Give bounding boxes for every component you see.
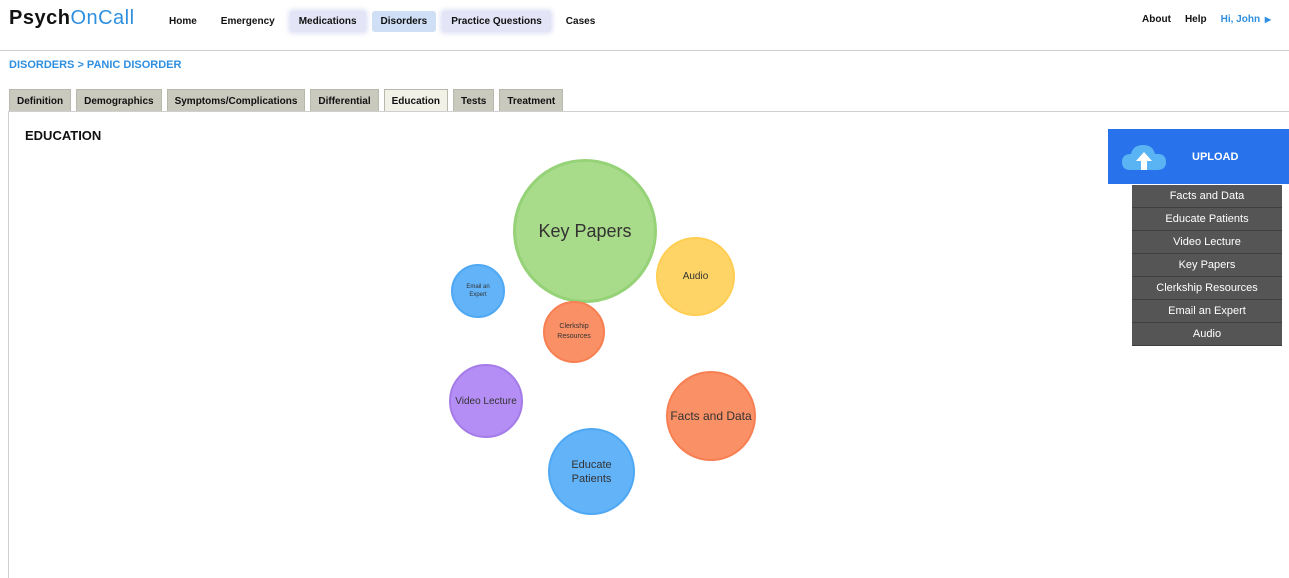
top-navigation-bar: PsychOnCall Home Emergency Medications D…: [0, 0, 1289, 51]
nav-cases[interactable]: Cases: [557, 11, 604, 32]
logo-text-psych: Psych: [9, 7, 71, 29]
nav-practice-questions[interactable]: Practice Questions: [442, 11, 551, 32]
bubble-facts-data-label: Facts and Data: [670, 409, 752, 423]
upload-menu: Facts and Data Educate Patients Video Le…: [1132, 185, 1282, 346]
upload-menu-item[interactable]: Email an Expert: [1132, 300, 1282, 323]
upload-button[interactable]: UPLOAD: [1108, 129, 1289, 184]
upload-menu-item[interactable]: Facts and Data: [1132, 185, 1282, 208]
nav-medications[interactable]: Medications: [289, 11, 366, 32]
bubble-audio-label: Audio: [682, 271, 709, 282]
logo-text-oncall: OnCall: [70, 7, 135, 29]
tab-tests[interactable]: Tests: [452, 89, 495, 112]
bubble-clerkship-resources[interactable]: Clerkship Resources: [543, 301, 605, 363]
right-nav: About Help Hi, John ▶: [1142, 14, 1271, 25]
bubble-educate-patients-label: Educate Patients: [571, 458, 612, 485]
tab-treatment[interactable]: Treatment: [499, 89, 564, 112]
help-link[interactable]: Help: [1185, 14, 1207, 25]
bubble-email-expert-label: Email an Expert: [466, 284, 490, 298]
upload-menu-item[interactable]: Video Lecture: [1132, 231, 1282, 254]
tab-definition[interactable]: Definition: [9, 89, 72, 112]
about-link[interactable]: About: [1142, 14, 1171, 25]
bubble-video-lecture[interactable]: Video Lecture: [449, 364, 523, 438]
bubble-video-lecture-label: Video Lecture: [455, 395, 517, 407]
upload-menu-item[interactable]: Audio: [1132, 323, 1282, 346]
nav-home[interactable]: Home: [160, 11, 206, 32]
cloud-upload-icon: [1120, 140, 1168, 174]
tab-divider: [8, 111, 1289, 112]
user-greeting: Hi, John: [1220, 14, 1261, 25]
tab-education[interactable]: Education: [383, 89, 448, 112]
bubble-key-papers-label: Key Papers: [538, 220, 632, 241]
logo[interactable]: PsychOnCall: [9, 7, 135, 30]
main-nav: Home Emergency Medications Disorders Pra…: [160, 11, 604, 32]
nav-disorders[interactable]: Disorders: [371, 11, 437, 32]
upload-label: UPLOAD: [1192, 150, 1239, 163]
tab-differential[interactable]: Differential: [310, 89, 379, 112]
upload-menu-item[interactable]: Key Papers: [1132, 254, 1282, 277]
caret-right-icon: ▶: [1264, 15, 1271, 24]
bubble-clerkship-label: Clerkship Resources: [557, 323, 591, 340]
upload-menu-item[interactable]: Clerkship Resources: [1132, 277, 1282, 300]
tab-bar: Definition Demographics Symptoms/Complic…: [9, 89, 564, 112]
panel-border: [8, 111, 9, 578]
user-menu[interactable]: Hi, John ▶: [1221, 14, 1271, 25]
section-title: EDUCATION: [25, 128, 102, 143]
bubble-email-expert[interactable]: Email an Expert: [451, 264, 505, 318]
bubble-educate-patients[interactable]: Educate Patients: [548, 428, 635, 515]
upload-menu-item[interactable]: Educate Patients: [1132, 208, 1282, 231]
tab-symptoms-complications[interactable]: Symptoms/Complications: [166, 89, 306, 112]
nav-emergency[interactable]: Emergency: [212, 11, 284, 32]
tab-demographics[interactable]: Demographics: [76, 89, 162, 112]
bubble-facts-and-data[interactable]: Facts and Data: [666, 371, 756, 461]
breadcrumb[interactable]: DISORDERS > PANIC DISORDER: [9, 59, 181, 71]
bubble-key-papers[interactable]: Key Papers: [513, 159, 657, 303]
bubble-audio[interactable]: Audio: [656, 237, 735, 316]
